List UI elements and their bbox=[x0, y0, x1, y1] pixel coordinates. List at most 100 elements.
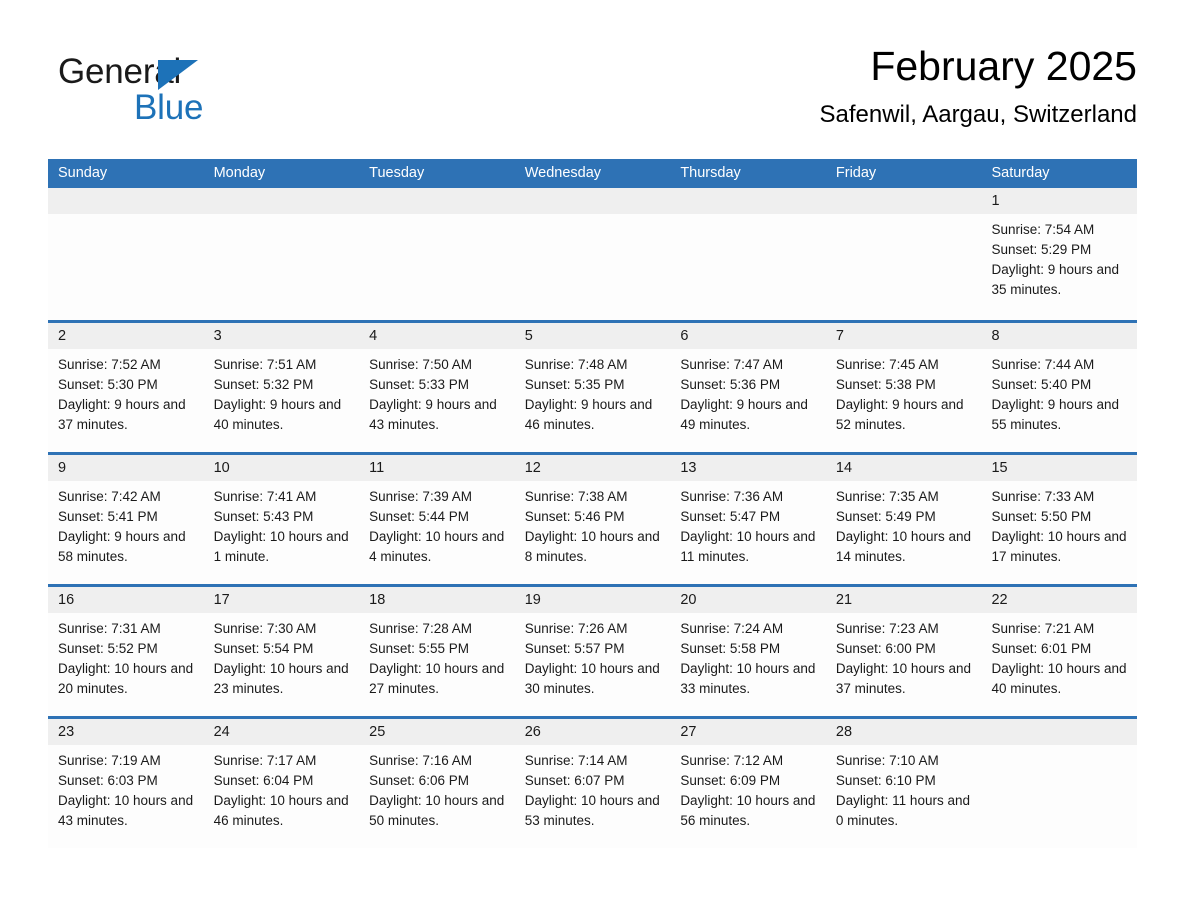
day-details: Sunrise: 7:28 AM Sunset: 5:55 PM Daylight:… bbox=[359, 613, 515, 699]
calendar-day-cell[interactable]: 16 Sunrise: 7:31 AM Sunset: 5:52 PM Dayligh… bbox=[48, 587, 204, 716]
calendar-day-cell[interactable]: 22 Sunrise: 7:21 AM Sunset: 6:01 PM Dayligh… bbox=[981, 587, 1138, 716]
day-number-band: 10 bbox=[203, 455, 360, 481]
day-number: 7 bbox=[835, 328, 844, 344]
calendar-day-cell[interactable]: 28 Sunrise: 7:10 AM Sunset: 6:10 PM Dayligh… bbox=[825, 719, 982, 848]
day-number: 11 bbox=[369, 460, 385, 476]
sunset-text: Sunset: 5:30 PM bbox=[58, 377, 158, 392]
day-number-band: 13 bbox=[670, 455, 826, 481]
day-number-band: 3 bbox=[203, 323, 360, 349]
calendar-day-cell[interactable]: 7 Sunrise: 7:45 AM Sunset: 5:38 PM Daylight… bbox=[825, 323, 982, 452]
day-number-band: 16 bbox=[48, 587, 204, 613]
daylight-text: Daylight: 10 hours and 27 minutes. bbox=[369, 661, 505, 696]
daylight-text: Daylight: 10 hours and 50 minutes. bbox=[369, 793, 505, 828]
day-number-band: 1 bbox=[981, 188, 1138, 214]
calendar-day-cell[interactable]: 15 Sunrise: 7:33 AM Sunset: 5:50 PM Dayligh… bbox=[981, 455, 1138, 584]
sunset-text: Sunset: 6:00 PM bbox=[835, 641, 936, 656]
calendar-day-cell[interactable]: 10 Sunrise: 7:41 AM Sunset: 5:43 PM Dayligh… bbox=[203, 455, 360, 584]
day-number: 23 bbox=[58, 724, 75, 740]
weekday-header-row: Sunday Monday Tuesday Wednesday Thursday… bbox=[48, 159, 1137, 188]
day-number-band: 8 bbox=[981, 323, 1138, 349]
calendar-day-cell[interactable]: 3 Sunrise: 7:51 AM Sunset: 5:32 PM Daylight… bbox=[203, 323, 360, 452]
daylight-text: Daylight: 9 hours and 35 minutes. bbox=[991, 262, 1120, 297]
sunset-text: Sunset: 5:41 PM bbox=[58, 509, 158, 524]
sunset-text: Sunset: 5:44 PM bbox=[369, 509, 469, 524]
calendar-day-cell[interactable]: 9 Sunrise: 7:42 AM Sunset: 5:41 PM Daylight… bbox=[48, 455, 204, 584]
calendar-day-cell[interactable]: 26 Sunrise: 7:14 AM Sunset: 6:07 PM Dayligh… bbox=[514, 719, 671, 848]
sunset-text: Sunset: 5:35 PM bbox=[524, 377, 625, 392]
daylight-text: Daylight: 10 hours and 53 minutes. bbox=[524, 793, 660, 828]
logo-text-blue: Blue bbox=[134, 88, 204, 127]
day-details: Sunrise: 7:45 AM Sunset: 5:38 PM Daylight:… bbox=[826, 349, 982, 435]
calendar-day-cell[interactable]: 1 Sunrise: 7:54 AM Sunset: 5:29 PM Daylight… bbox=[981, 188, 1138, 320]
day-details: Sunrise: 7:30 AM Sunset: 5:54 PM Daylight:… bbox=[204, 613, 360, 699]
daylight-text: Daylight: 11 hours and 0 minutes. bbox=[835, 793, 970, 828]
sunset-text: Sunset: 5:57 PM bbox=[524, 641, 625, 656]
day-number-band bbox=[203, 188, 360, 214]
daylight-text: Daylight: 10 hours and 14 minutes. bbox=[835, 529, 971, 564]
day-details: Sunrise: 7:48 AM Sunset: 5:35 PM Daylight:… bbox=[515, 349, 671, 435]
day-details: Sunrise: 7:10 AM Sunset: 6:10 PM Daylight:… bbox=[826, 745, 982, 831]
day-number: 19 bbox=[524, 592, 541, 608]
weekday-header-saturday: Saturday bbox=[991, 165, 1050, 181]
day-number-band: 26 bbox=[514, 719, 671, 745]
calendar-day-cell[interactable]: 20 Sunrise: 7:24 AM Sunset: 5:58 PM Dayligh… bbox=[670, 587, 826, 716]
calendar-day-cell[interactable]: 27 Sunrise: 7:12 AM Sunset: 6:09 PM Dayligh… bbox=[670, 719, 826, 848]
sunrise-text: Sunrise: 7:14 AM bbox=[524, 753, 628, 768]
sunrise-text: Sunrise: 7:42 AM bbox=[58, 489, 161, 504]
day-number: 4 bbox=[369, 328, 378, 344]
day-number: 12 bbox=[524, 460, 541, 476]
daylight-text: Daylight: 10 hours and 56 minutes. bbox=[680, 793, 816, 828]
sunset-text: Sunset: 5:36 PM bbox=[680, 377, 781, 392]
sunrise-text: Sunrise: 7:33 AM bbox=[991, 489, 1095, 504]
daylight-text: Daylight: 10 hours and 4 minutes. bbox=[369, 529, 505, 564]
calendar-week-row: 2 Sunrise: 7:52 AM Sunset: 5:30 PM Daylight… bbox=[48, 320, 1138, 452]
day-number: 3 bbox=[213, 328, 222, 344]
calendar-day-cell[interactable]: 12 Sunrise: 7:38 AM Sunset: 5:46 PM Dayligh… bbox=[514, 455, 671, 584]
calendar-day-cell[interactable]: 2 Sunrise: 7:52 AM Sunset: 5:30 PM Daylight… bbox=[48, 323, 204, 452]
calendar-day-cell[interactable]: 5 Sunrise: 7:48 AM Sunset: 5:35 PM Daylight… bbox=[514, 323, 671, 452]
day-number-band bbox=[981, 719, 1138, 745]
day-number-band bbox=[670, 188, 826, 214]
day-number: 24 bbox=[213, 724, 230, 740]
calendar-day-cell[interactable]: 6 Sunrise: 7:47 AM Sunset: 5:36 PM Daylight… bbox=[670, 323, 826, 452]
calendar-day-cell-empty bbox=[670, 188, 826, 320]
day-details: Sunrise: 7:35 AM Sunset: 5:49 PM Daylight:… bbox=[826, 481, 982, 567]
calendar-day-cell[interactable]: 21 Sunrise: 7:23 AM Sunset: 6:00 PM Dayligh… bbox=[825, 587, 982, 716]
sunset-text: Sunset: 5:38 PM bbox=[835, 377, 936, 392]
day-number: 20 bbox=[680, 592, 697, 608]
calendar-day-cell[interactable]: 23 Sunrise: 7:19 AM Sunset: 6:03 PM Dayligh… bbox=[48, 719, 204, 848]
sunset-text: Sunset: 5:55 PM bbox=[369, 641, 469, 656]
sunrise-text: Sunrise: 7:41 AM bbox=[213, 489, 317, 504]
day-number-band: 7 bbox=[825, 323, 982, 349]
daylight-text: Daylight: 10 hours and 11 minutes. bbox=[680, 529, 816, 564]
day-number: 22 bbox=[991, 592, 1008, 608]
day-details: Sunrise: 7:23 AM Sunset: 6:00 PM Daylight:… bbox=[826, 613, 982, 699]
calendar-day-cell[interactable]: 11 Sunrise: 7:39 AM Sunset: 5:44 PM Dayligh… bbox=[359, 455, 515, 584]
day-number-band: 19 bbox=[514, 587, 671, 613]
day-number: 1 bbox=[991, 193, 1000, 209]
sunrise-text: Sunrise: 7:47 AM bbox=[680, 357, 784, 372]
calendar-day-cell[interactable]: 18 Sunrise: 7:28 AM Sunset: 5:55 PM Dayligh… bbox=[359, 587, 515, 716]
sunrise-text: Sunrise: 7:54 AM bbox=[991, 222, 1095, 237]
sunrise-text: Sunrise: 7:10 AM bbox=[835, 753, 939, 768]
generalblue-logo[interactable]: General Blue bbox=[58, 52, 298, 132]
daylight-text: Daylight: 10 hours and 17 minutes. bbox=[991, 529, 1127, 564]
day-number-band: 9 bbox=[48, 455, 204, 481]
calendar-day-cell[interactable]: 25 Sunrise: 7:16 AM Sunset: 6:06 PM Dayligh… bbox=[359, 719, 515, 848]
day-details: Sunrise: 7:14 AM Sunset: 6:07 PM Daylight:… bbox=[515, 745, 671, 831]
calendar-day-cell[interactable]: 17 Sunrise: 7:30 AM Sunset: 5:54 PM Dayligh… bbox=[203, 587, 360, 716]
calendar-day-cell[interactable]: 14 Sunrise: 7:35 AM Sunset: 5:49 PM Dayligh… bbox=[825, 455, 982, 584]
calendar-day-cell[interactable]: 19 Sunrise: 7:26 AM Sunset: 5:57 PM Dayligh… bbox=[514, 587, 671, 716]
sunrise-text: Sunrise: 7:39 AM bbox=[369, 489, 472, 504]
day-details: Sunrise: 7:36 AM Sunset: 5:47 PM Daylight:… bbox=[670, 481, 826, 567]
daylight-text: Daylight: 10 hours and 20 minutes. bbox=[58, 661, 194, 696]
day-details: Sunrise: 7:42 AM Sunset: 5:41 PM Daylight:… bbox=[48, 481, 204, 567]
calendar-day-cell[interactable]: 4 Sunrise: 7:50 AM Sunset: 5:33 PM Daylight… bbox=[359, 323, 515, 452]
calendar-day-cell[interactable]: 8 Sunrise: 7:44 AM Sunset: 5:40 PM Daylight… bbox=[981, 323, 1138, 452]
day-number-band: 12 bbox=[514, 455, 671, 481]
calendar-day-cell[interactable]: 13 Sunrise: 7:36 AM Sunset: 5:47 PM Dayligh… bbox=[670, 455, 826, 584]
day-details: Sunrise: 7:16 AM Sunset: 6:06 PM Daylight:… bbox=[359, 745, 515, 831]
day-number: 14 bbox=[835, 460, 853, 476]
calendar-day-cell[interactable]: 24 Sunrise: 7:17 AM Sunset: 6:04 PM Dayligh… bbox=[203, 719, 360, 848]
day-details: Sunrise: 7:21 AM Sunset: 6:01 PM Daylight:… bbox=[981, 613, 1137, 699]
